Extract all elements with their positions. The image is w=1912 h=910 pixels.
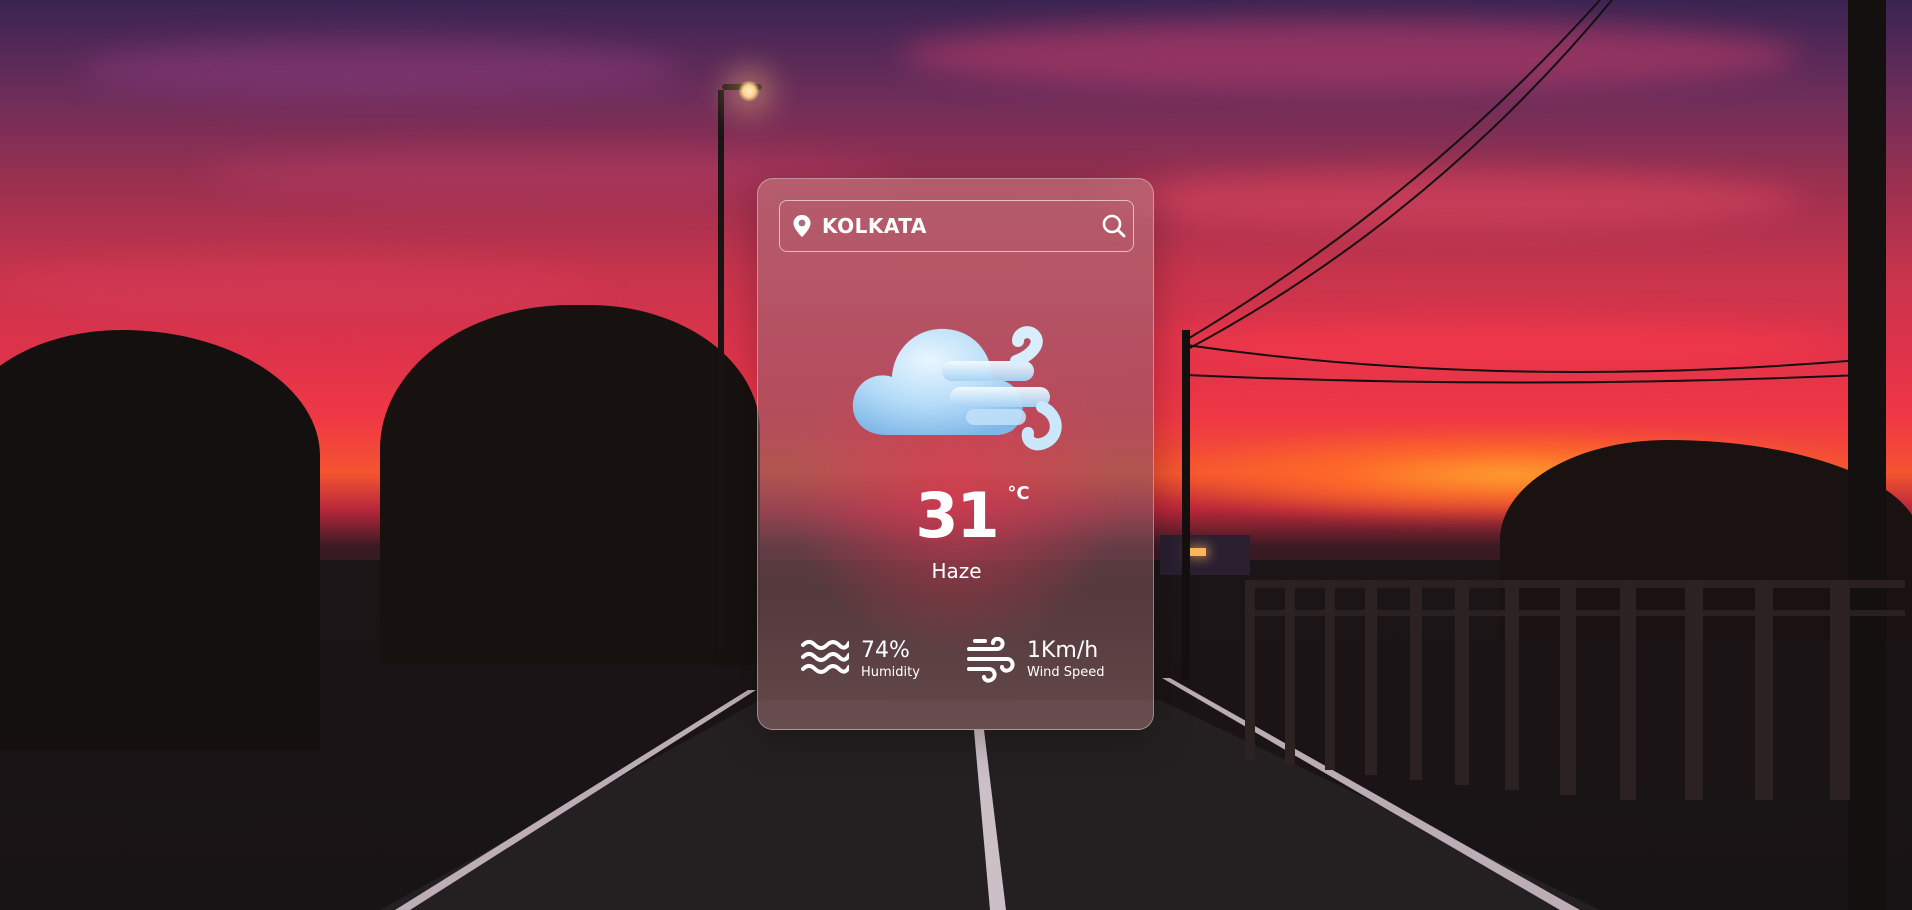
weather-card: 31 °C Haze 74% Humidity [757,178,1154,730]
humidity-label: Humidity [861,665,920,680]
cloud-wind-icon [846,297,1066,457]
fence [1245,580,1905,800]
wind-speed-stat: 1Km/h Wind Speed [967,637,1105,683]
weather-condition: Haze [931,559,982,583]
location-pin-icon [792,214,812,238]
humidity-value: 74% [861,638,910,663]
temperature-unit: °C [1007,483,1030,504]
water-waves-icon [801,637,849,683]
background-scene: 31 °C Haze 74% Humidity [0,0,1912,910]
search-bar [779,200,1134,252]
temperature-display: 31 °C [758,479,1155,552]
wind-speed-label: Wind Speed [1027,665,1105,680]
location-search-input[interactable] [822,214,1101,238]
humidity-stat: 74% Humidity [801,637,920,683]
temperature-value: 31 [915,479,999,552]
search-icon[interactable] [1101,211,1127,241]
wind-icon [967,637,1015,683]
wind-speed-value: 1Km/h [1027,638,1099,663]
